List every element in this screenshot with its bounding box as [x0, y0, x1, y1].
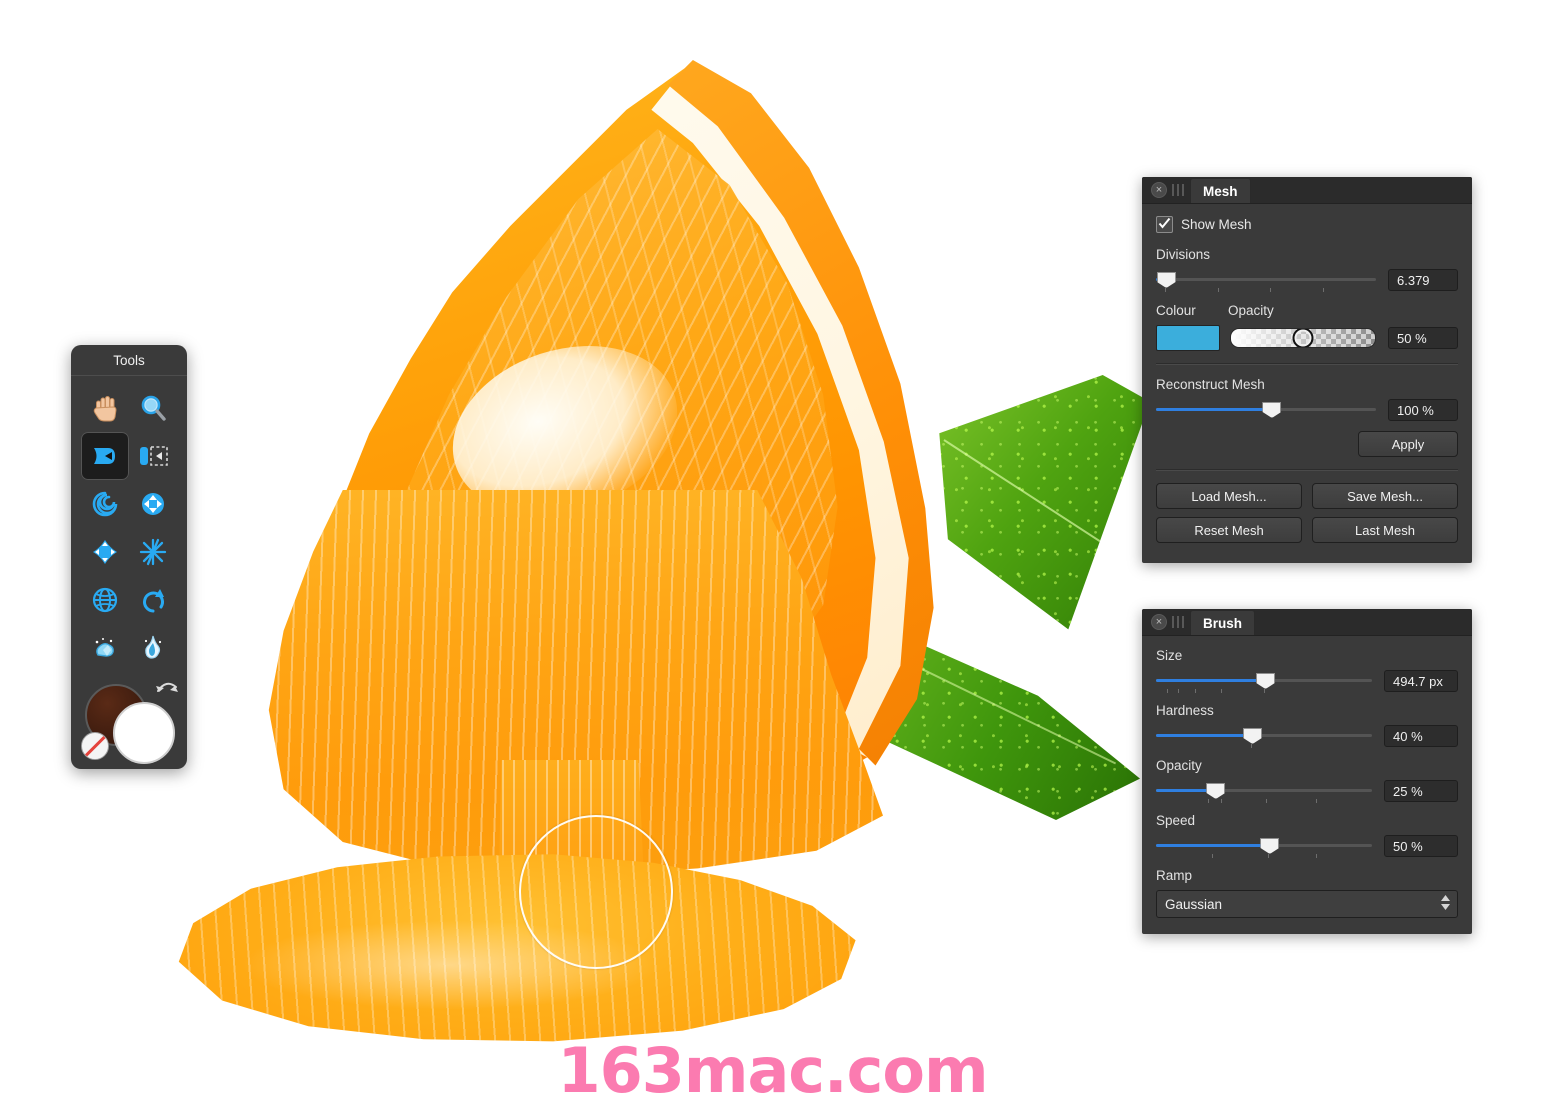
brush-opacity-row[interactable]: 25 %: [1156, 780, 1458, 803]
mesh-colour-swatch[interactable]: [1156, 325, 1220, 351]
apply-button[interactable]: Apply: [1358, 431, 1458, 457]
brush-opacity-value[interactable]: 25 %: [1384, 780, 1458, 802]
show-mesh-label: Show Mesh: [1181, 217, 1252, 232]
brush-opacity-label: Opacity: [1156, 758, 1202, 773]
twirl-icon: [92, 491, 118, 517]
freeze-icon: [95, 638, 114, 657]
thaw-tool[interactable]: [129, 624, 177, 672]
grip-icon[interactable]: [1172, 616, 1186, 628]
size-label: Size: [1156, 648, 1183, 663]
thaw-flame-icon: [144, 635, 162, 659]
mesh-divider-2: [1156, 469, 1458, 471]
mesh-opacity-value[interactable]: 50 %: [1388, 327, 1458, 349]
globe-icon: [92, 587, 118, 613]
stepper-arrows-icon[interactable]: [1441, 895, 1450, 910]
freeze-tool[interactable]: [81, 624, 129, 672]
divisions-value[interactable]: 6.379: [1388, 269, 1458, 291]
hand-tool[interactable]: [81, 384, 129, 432]
reconstruct-label: Reconstruct Mesh: [1156, 377, 1265, 392]
push-left-icon: [140, 446, 168, 466]
undo-arrow-icon: [143, 589, 164, 613]
brush-panel-body: Size 494.7 px Hardness 40 % Opacity 25 %…: [1142, 636, 1472, 932]
four-arrows-icon: [142, 493, 164, 515]
push-left-tool[interactable]: [129, 432, 177, 480]
tools-palette[interactable]: Tools: [71, 345, 187, 769]
brush-panel-titlebar[interactable]: × Brush: [1142, 609, 1472, 636]
save-mesh-button[interactable]: Save Mesh...: [1312, 483, 1458, 509]
last-mesh-button[interactable]: Last Mesh: [1312, 517, 1458, 543]
close-icon[interactable]: ×: [1151, 614, 1167, 630]
mesh-divider-1: [1156, 363, 1458, 365]
tab-mesh[interactable]: Mesh: [1190, 178, 1251, 203]
size-row[interactable]: 494.7 px: [1156, 670, 1458, 693]
mesh-panel-body: Show Mesh Divisions 6.379 Colour Opacity…: [1142, 204, 1472, 557]
checkmark-icon: [1158, 217, 1171, 229]
colour-opacity-row[interactable]: 50 %: [1156, 325, 1458, 351]
reconstruct-value[interactable]: 100 %: [1388, 399, 1458, 421]
ramp-select[interactable]: Gaussian: [1156, 890, 1458, 918]
mesh-opacity-slider[interactable]: [1230, 328, 1376, 348]
mesh-clone-tool[interactable]: [81, 576, 129, 624]
foreground-color-swatch[interactable]: [113, 702, 175, 764]
color-wells[interactable]: [81, 682, 178, 764]
brush-panel[interactable]: × Brush Size 494.7 px Hardness 40 % Opac…: [1142, 609, 1472, 934]
ramp-value: Gaussian: [1165, 896, 1223, 912]
star-arrows-icon: [93, 540, 117, 564]
brush-opacity-slider[interactable]: [1156, 780, 1372, 803]
bloat-tool[interactable]: [81, 528, 129, 576]
warp-tool[interactable]: [81, 432, 129, 480]
reconstruct-row[interactable]: 100 %: [1156, 399, 1458, 421]
hardness-row[interactable]: 40 %: [1156, 725, 1458, 748]
load-mesh-button[interactable]: Load Mesh...: [1156, 483, 1302, 509]
brush-cursor: [519, 815, 673, 969]
swap-arrows-icon: [156, 682, 178, 692]
mesh-panel-titlebar[interactable]: × Mesh: [1142, 177, 1472, 204]
reset-mesh-button[interactable]: Reset Mesh: [1156, 517, 1302, 543]
turbulence-tool[interactable]: [129, 528, 177, 576]
hardness-slider[interactable]: [1156, 725, 1372, 748]
magnifier-icon: [141, 395, 166, 421]
divisions-slider[interactable]: [1156, 269, 1376, 292]
mesh-panel[interactable]: × Mesh Show Mesh Divisions 6.379 Colour: [1142, 177, 1472, 563]
show-mesh-row[interactable]: Show Mesh: [1156, 216, 1458, 233]
hand-icon: [93, 396, 117, 422]
no-color-swatch[interactable]: [81, 732, 109, 760]
tools-palette-title: Tools: [71, 345, 187, 376]
ramp-label: Ramp: [1156, 868, 1193, 883]
divisions-row[interactable]: 6.379: [1156, 269, 1458, 292]
watermark-text: 163mac.com: [557, 1034, 988, 1107]
mesh-opacity-label: Opacity: [1228, 303, 1274, 318]
speed-value[interactable]: 50 %: [1384, 835, 1458, 857]
zoom-tool[interactable]: [129, 384, 177, 432]
tools-grid[interactable]: [71, 376, 187, 680]
pinch-punch-tool[interactable]: [129, 480, 177, 528]
reconstruct-slider[interactable]: [1156, 399, 1376, 421]
speed-row[interactable]: 50 %: [1156, 835, 1458, 858]
hardness-label: Hardness: [1156, 703, 1214, 718]
warp-icon: [94, 448, 115, 464]
hardness-value[interactable]: 40 %: [1384, 725, 1458, 747]
speed-slider[interactable]: [1156, 835, 1372, 858]
divisions-label: Divisions: [1156, 247, 1211, 262]
burst-icon: [139, 538, 167, 566]
close-icon[interactable]: ×: [1151, 182, 1167, 198]
twirl-tool[interactable]: [81, 480, 129, 528]
tab-brush[interactable]: Brush: [1190, 610, 1256, 635]
reconstruct-tool[interactable]: [129, 576, 177, 624]
size-value[interactable]: 494.7 px: [1384, 670, 1458, 692]
colour-label: Colour: [1156, 303, 1196, 318]
show-mesh-checkbox[interactable]: [1156, 216, 1173, 233]
grip-icon[interactable]: [1172, 184, 1186, 196]
speed-label: Speed: [1156, 813, 1196, 828]
size-slider[interactable]: [1156, 670, 1372, 693]
